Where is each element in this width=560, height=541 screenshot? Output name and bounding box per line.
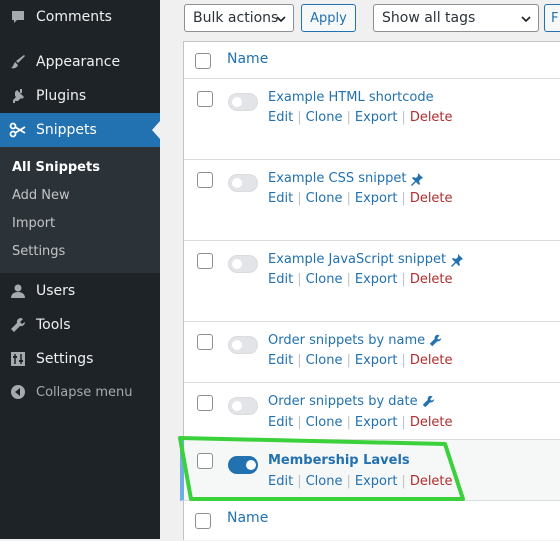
activation-toggle[interactable] bbox=[228, 174, 258, 192]
delete-link[interactable]: Delete bbox=[410, 110, 453, 125]
active-menu-arrow bbox=[152, 121, 160, 139]
row-actions: Edit | Clone | Export | Delete bbox=[268, 191, 453, 206]
edit-link[interactable]: Edit bbox=[268, 272, 293, 287]
row-checkbox[interactable] bbox=[197, 172, 213, 188]
snippet-title[interactable]: Example HTML shortcode bbox=[268, 90, 434, 105]
collapse-menu-label: Collapse menu bbox=[36, 384, 133, 400]
table-row: Example HTML shortcode Edit | Clone | Export… bbox=[184, 79, 560, 160]
collapse-arrow-icon bbox=[0, 384, 36, 400]
row-checkbox[interactable] bbox=[197, 395, 213, 411]
activation-toggle[interactable] bbox=[228, 397, 258, 415]
name-column-header[interactable]: Name bbox=[227, 51, 268, 67]
wrench-icon bbox=[0, 317, 36, 333]
comment-icon bbox=[0, 9, 36, 25]
export-link[interactable]: Export bbox=[355, 353, 398, 368]
sidebar-item-snippets[interactable]: Snippets bbox=[0, 113, 160, 147]
table-header: Name bbox=[184, 42, 560, 79]
plug-icon bbox=[0, 88, 36, 104]
table-row: Example CSS snippet Edit | Clone | Export | De… bbox=[184, 160, 560, 241]
row-checkbox[interactable] bbox=[197, 253, 213, 269]
admin-sidebar: Comments Appearance Plugins Snippets All… bbox=[0, 0, 160, 539]
delete-link[interactable]: Delete bbox=[410, 415, 453, 430]
submenu-settings[interactable]: Settings bbox=[12, 244, 65, 259]
filter-button[interactable]: F bbox=[544, 4, 560, 32]
export-link[interactable]: Export bbox=[355, 272, 398, 287]
sidebar-item-label: Users bbox=[36, 283, 76, 299]
row-checkbox[interactable] bbox=[197, 91, 213, 107]
edit-link[interactable]: Edit bbox=[268, 191, 293, 206]
sidebar-item-label: Plugins bbox=[36, 88, 87, 104]
chevron-down-icon bbox=[520, 13, 532, 29]
pin-icon bbox=[410, 172, 424, 186]
snippet-title[interactable]: Example JavaScript snippet bbox=[268, 252, 464, 267]
pin-icon bbox=[450, 253, 464, 267]
select-all-checkbox-footer[interactable] bbox=[195, 513, 211, 529]
activation-toggle[interactable] bbox=[228, 255, 258, 273]
delete-link[interactable]: Delete bbox=[410, 353, 453, 368]
sidebar-item-plugins[interactable]: Plugins bbox=[0, 79, 160, 113]
row-actions: Edit | Clone | Export | Delete bbox=[268, 272, 453, 287]
sidebar-item-tools[interactable]: Tools bbox=[0, 308, 160, 342]
activation-toggle[interactable] bbox=[228, 336, 258, 354]
table-row: Order snippets by date Edit | Clone | Export… bbox=[184, 383, 560, 440]
snippet-title[interactable]: Order snippets by date bbox=[268, 394, 435, 409]
snippet-title[interactable]: Order snippets by name bbox=[268, 333, 442, 348]
clone-link[interactable]: Clone bbox=[306, 191, 343, 206]
clone-link[interactable]: Clone bbox=[306, 110, 343, 125]
sliders-icon bbox=[0, 351, 36, 367]
sidebar-item-label: Settings bbox=[36, 351, 94, 367]
name-column-footer[interactable]: Name bbox=[227, 510, 268, 526]
edit-link[interactable]: Edit bbox=[268, 110, 293, 125]
clone-link[interactable]: Clone bbox=[306, 415, 343, 430]
wrench-icon bbox=[429, 334, 442, 347]
delete-link[interactable]: Delete bbox=[410, 191, 453, 206]
bulk-actions-value: Bulk actions bbox=[193, 10, 279, 26]
apply-button[interactable]: Apply bbox=[301, 4, 356, 32]
sidebar-item-appearance[interactable]: Appearance bbox=[0, 45, 160, 79]
edit-link[interactable]: Edit bbox=[268, 353, 293, 368]
user-icon bbox=[0, 283, 36, 299]
sidebar-item-settings[interactable]: Settings bbox=[0, 342, 160, 376]
clone-link[interactable]: Clone bbox=[306, 272, 343, 287]
row-actions: Edit | Clone | Export | Delete bbox=[268, 353, 453, 368]
export-link[interactable]: Export bbox=[355, 415, 398, 430]
sidebar-item-label: Appearance bbox=[36, 54, 121, 70]
snippets-submenu: All Snippets Add New Import Settings bbox=[0, 147, 160, 273]
select-all-checkbox[interactable] bbox=[195, 53, 211, 69]
wrench-icon bbox=[422, 395, 435, 408]
chevron-down-icon bbox=[275, 13, 287, 29]
submenu-add-new[interactable]: Add New bbox=[12, 188, 70, 203]
sidebar-item-users[interactable]: Users bbox=[0, 274, 160, 308]
sidebar-item-label: Comments bbox=[36, 9, 112, 25]
scissors-icon bbox=[0, 121, 36, 139]
sidebar-item-label: Tools bbox=[36, 317, 71, 333]
edit-link[interactable]: Edit bbox=[268, 415, 293, 430]
activation-toggle[interactable] bbox=[228, 93, 258, 111]
collapse-menu-button[interactable]: Collapse menu bbox=[0, 377, 160, 407]
submenu-all-snippets[interactable]: All Snippets bbox=[12, 160, 100, 175]
bulk-actions-select[interactable]: Bulk actions bbox=[184, 4, 294, 32]
snippet-title[interactable]: Example CSS snippet bbox=[268, 171, 424, 186]
table-footer: Name bbox=[184, 501, 560, 541]
clone-link[interactable]: Clone bbox=[306, 353, 343, 368]
export-link[interactable]: Export bbox=[355, 110, 398, 125]
tags-filter-select[interactable]: Show all tags bbox=[373, 4, 539, 32]
row-actions: Edit | Clone | Export | Delete bbox=[268, 415, 453, 430]
annotation-highlight-box bbox=[178, 436, 465, 501]
tags-filter-value: Show all tags bbox=[382, 10, 476, 26]
export-link[interactable]: Export bbox=[355, 191, 398, 206]
table-row: Order snippets by name Edit | Clone | Export… bbox=[184, 322, 560, 383]
delete-link[interactable]: Delete bbox=[410, 272, 453, 287]
sidebar-item-comments[interactable]: Comments bbox=[0, 0, 160, 34]
row-actions: Edit | Clone | Export | Delete bbox=[268, 110, 453, 125]
row-checkbox[interactable] bbox=[197, 334, 213, 350]
submenu-import[interactable]: Import bbox=[12, 216, 55, 231]
sidebar-item-label: Snippets bbox=[36, 122, 97, 138]
paintbrush-icon bbox=[0, 54, 36, 70]
table-row: Example JavaScript snippet Edit | Clone | Ex… bbox=[184, 241, 560, 322]
